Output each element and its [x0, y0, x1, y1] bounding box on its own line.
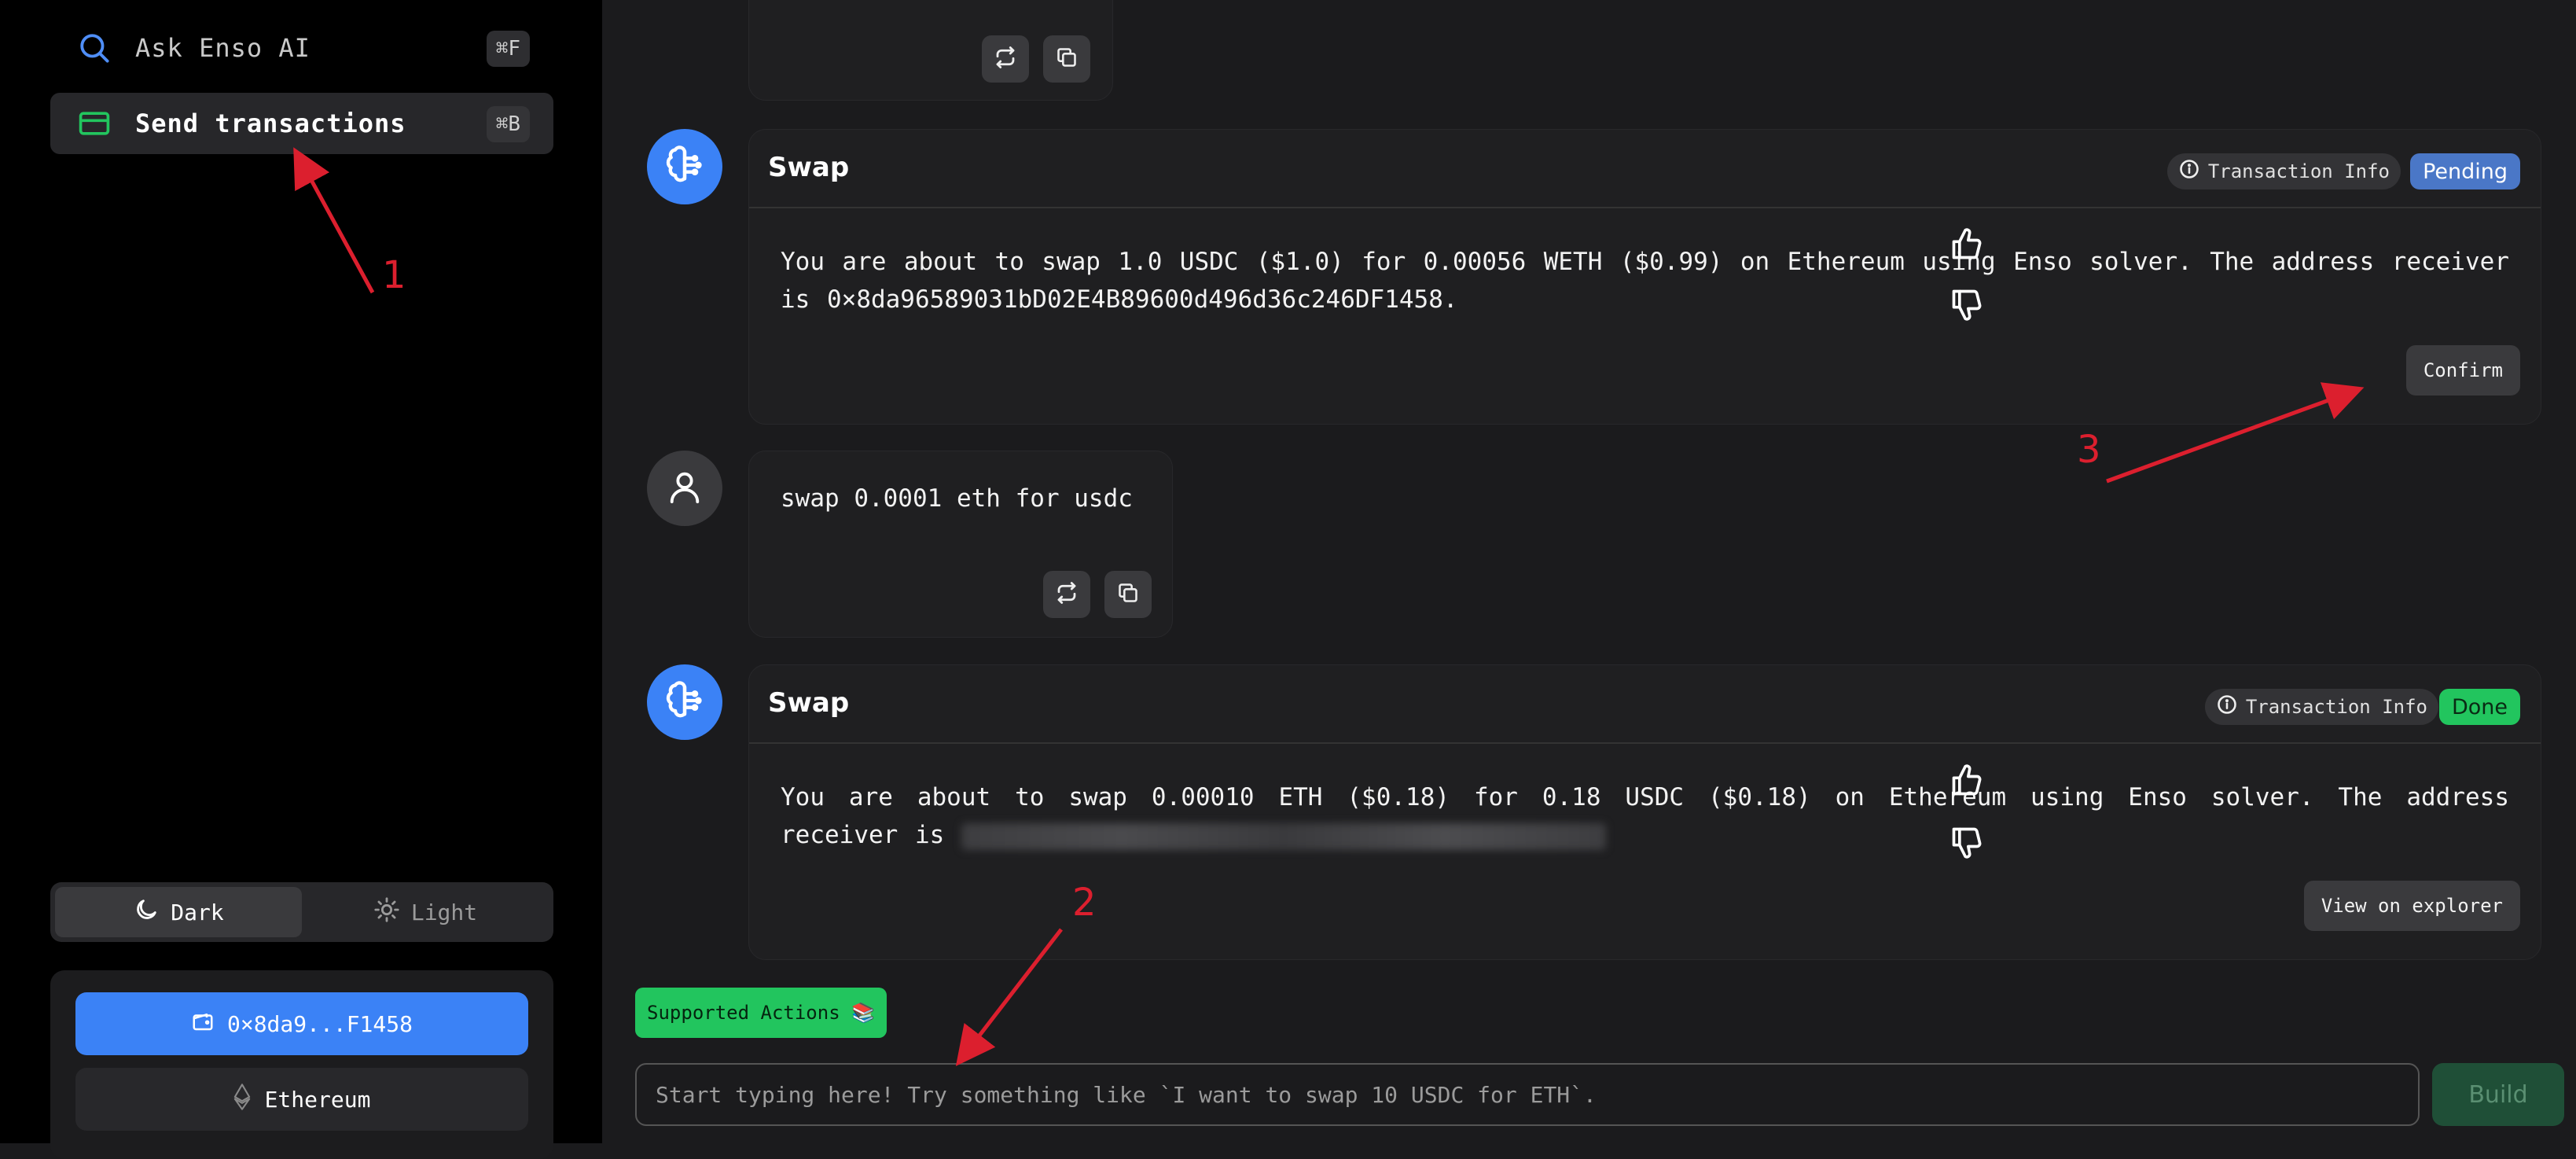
- prompt-input[interactable]: [635, 1063, 2420, 1126]
- thumbs-up-icon[interactable]: [1949, 225, 1984, 267]
- theme-dark-label: Dark: [171, 899, 224, 925]
- search-shortcut: ⌘F: [486, 31, 530, 67]
- theme-toggle: Dark Light: [50, 882, 553, 942]
- swap-card-pending: Swap Transaction Info Pending You are ab…: [748, 129, 2541, 425]
- sidebar: Ask Enso AI ⌘F Send transactions ⌘B Dark…: [0, 0, 602, 1159]
- wallet-panel: 0×8da9...F1458 Ethereum: [50, 970, 553, 1159]
- user-avatar: [647, 451, 722, 526]
- swap-card-header: Swap Transaction Info Pending: [749, 130, 2541, 208]
- assistant-avatar: [647, 129, 722, 204]
- ask-enso-ai-item[interactable]: Ask Enso AI ⌘F: [50, 17, 553, 79]
- annotation-label-2: 2: [1072, 881, 1097, 925]
- view-on-explorer-button[interactable]: View on explorer: [2303, 881, 2520, 931]
- copy-icon: [1056, 46, 1078, 72]
- ask-enso-ai-label: Ask Enso AI: [135, 33, 311, 63]
- network-label: Ethereum: [264, 1086, 371, 1113]
- copy-button[interactable]: [1043, 35, 1090, 83]
- swap-card-title: Swap: [768, 687, 850, 719]
- swap-card-header: Swap Transaction Info Done: [749, 665, 2541, 744]
- swap-card-done: Swap Transaction Info Done You are about…: [748, 664, 2541, 960]
- user-message-card-top: [748, 0, 1113, 101]
- annotation-label-1: 1: [382, 253, 406, 297]
- wallet-address-button[interactable]: 0×8da9...F1458: [75, 992, 528, 1055]
- send-shortcut: ⌘B: [486, 106, 530, 142]
- thumbs-up-icon[interactable]: [1949, 761, 1984, 804]
- user-message-card: swap 0.0001 eth for usdc: [748, 451, 1173, 638]
- info-icon: [2178, 158, 2200, 185]
- thumbs-down-icon[interactable]: [1949, 285, 1984, 327]
- swap-card-title: Swap: [768, 152, 850, 183]
- sun-icon: [373, 896, 400, 929]
- moon-icon: [133, 896, 160, 929]
- copy-icon: [1117, 582, 1139, 607]
- theme-light-label: Light: [410, 899, 478, 925]
- ethereum-icon: [233, 1083, 251, 1116]
- copy-button[interactable]: [1104, 571, 1152, 618]
- user-message-text: swap 0.0001 eth for usdc: [781, 484, 1133, 513]
- repeat-icon: [1055, 581, 1079, 608]
- transaction-info-button[interactable]: Transaction Info: [2166, 153, 2401, 189]
- resend-button[interactable]: [1043, 571, 1090, 618]
- send-transactions-label: Send transactions: [135, 109, 406, 138]
- build-button[interactable]: Build: [2432, 1063, 2564, 1126]
- swap-card-text: You are about to swap 1.0 USDC ($1.0) fo…: [781, 248, 2509, 314]
- send-transactions-item[interactable]: Send transactions ⌘B: [50, 93, 553, 154]
- search-icon: [75, 29, 113, 67]
- wallet-icon: [191, 1010, 215, 1039]
- transaction-info-button[interactable]: Transaction Info: [2204, 689, 2438, 725]
- confirm-button[interactable]: Confirm: [2405, 345, 2520, 396]
- credit-card-icon: [75, 105, 113, 142]
- theme-dark-option[interactable]: Dark: [55, 887, 302, 937]
- status-badge: Done: [2438, 689, 2520, 725]
- supported-actions-button[interactable]: Supported Actions 📚: [635, 988, 887, 1038]
- network-button[interactable]: Ethereum: [75, 1068, 528, 1131]
- brain-icon: [664, 145, 705, 189]
- repeat-icon: [994, 46, 1017, 72]
- wallet-address: 0×8da9...F1458: [226, 1010, 413, 1037]
- thumbs-down-icon[interactable]: [1949, 822, 1984, 865]
- info-icon: [2216, 694, 2238, 720]
- assistant-avatar: [647, 664, 722, 740]
- status-badge: Pending: [2410, 153, 2520, 189]
- transaction-info-label: Transaction Info: [2245, 696, 2427, 718]
- transaction-info-label: Transaction Info: [2207, 160, 2390, 182]
- user-icon: [667, 469, 703, 508]
- theme-light-option[interactable]: Light: [302, 887, 549, 937]
- redacted-address: [961, 822, 1606, 850]
- swap-card-text: You are about to swap 0.00010 ETH ($0.18…: [781, 778, 2509, 854]
- brain-icon: [664, 680, 705, 724]
- annotation-label-3: 3: [2077, 428, 2101, 472]
- resend-button[interactable]: [982, 35, 1029, 83]
